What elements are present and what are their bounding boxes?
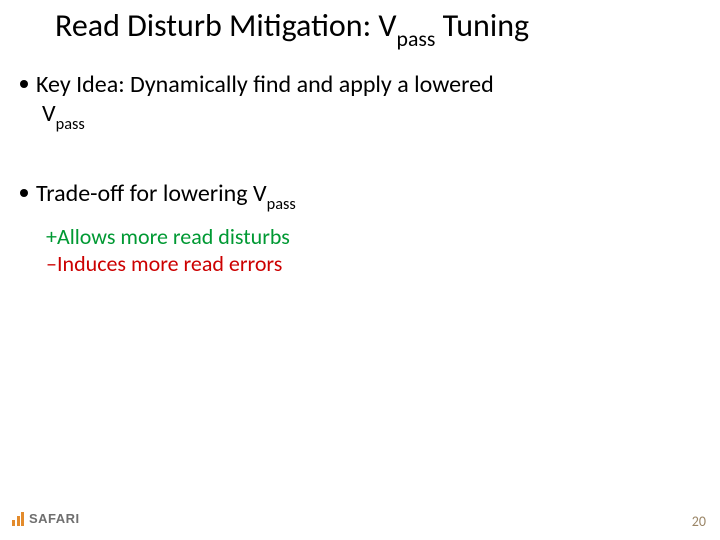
slide-title: Read Disturb Mitigation: Vpass Tuning: [55, 6, 700, 49]
spacer: [20, 143, 690, 179]
b2-pre: Trade-off for lowering V: [36, 179, 267, 208]
b1-l2-pre: V: [42, 99, 56, 128]
minus-sign: –: [46, 250, 57, 277]
plus-text: Allows more read disturbs: [57, 223, 290, 250]
minus-text: Induces more read errors: [57, 250, 282, 277]
b1-line2: Vpass: [42, 99, 690, 133]
logo-bars-icon: [12, 512, 24, 526]
sub-plus: +Allows more read disturbs: [46, 223, 690, 251]
title-post: Tuning: [435, 6, 529, 45]
b2-sub: pass: [267, 194, 296, 214]
sub-minus: –Induces more read errors: [46, 250, 690, 278]
b1-line1: Key Idea: Dynamically find and apply a l…: [36, 70, 494, 99]
b1-l2-sub: pass: [56, 114, 85, 134]
safari-logo: SAFARI: [12, 511, 80, 526]
bullet-dot-icon: [20, 189, 28, 197]
slide-body: Key Idea: Dynamically find and apply a l…: [20, 70, 690, 278]
bullet-key-idea: Key Idea: Dynamically find and apply a l…: [20, 70, 690, 133]
title-sub: pass: [397, 25, 436, 52]
plus-sign: +: [46, 223, 57, 250]
title-pre: Read Disturb Mitigation: V: [55, 6, 397, 45]
page-number: 20: [692, 513, 706, 530]
bullet-dot-icon: [20, 80, 28, 88]
bullet-tradeoff: Trade-off for lowering Vpass: [20, 179, 690, 213]
logo-text: SAFARI: [29, 511, 80, 526]
slide: Read Disturb Mitigation: Vpass Tuning Ke…: [0, 0, 720, 540]
